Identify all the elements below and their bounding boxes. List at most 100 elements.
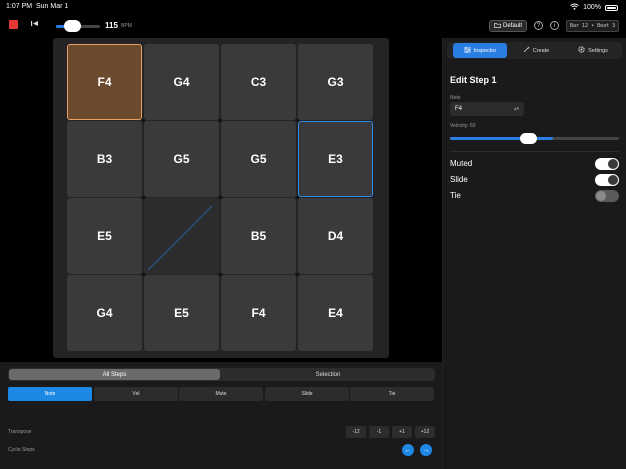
step-cell-note: B5 bbox=[250, 229, 267, 243]
step-cell[interactable]: G4 bbox=[144, 44, 219, 120]
step-cell[interactable]: G5 bbox=[221, 121, 296, 197]
tie-label: Tie bbox=[450, 191, 461, 200]
step-cell[interactable]: G3 bbox=[298, 44, 373, 120]
velocity-field-label: Velocity: 60 bbox=[450, 123, 476, 129]
step-cell[interactable]: B3 bbox=[67, 121, 142, 197]
inspector-panel: Inspector Create Settings Edit Step 1 No… bbox=[443, 38, 626, 469]
skip-back-icon[interactable] bbox=[30, 19, 40, 29]
tempo-value: 115 bbox=[105, 21, 118, 30]
tab-settings[interactable]: Settings bbox=[567, 43, 619, 58]
transpose-plus-12-button[interactable]: +12 bbox=[415, 426, 435, 438]
step-cell[interactable]: F4 bbox=[221, 275, 296, 351]
info-icon[interactable]: i bbox=[550, 21, 559, 30]
step-cell-note: G5 bbox=[250, 152, 267, 166]
step-cell[interactable]: C3 bbox=[221, 44, 296, 120]
tempo-unit: BPM bbox=[121, 23, 132, 29]
tab-note[interactable]: Note bbox=[8, 387, 92, 401]
step-grid: F4 G4 C3 G3 B3 G5 G5 E3 E5 B5 D4 G4 E5 F4 E4 bbox=[53, 38, 389, 358]
muted-label: Muted bbox=[450, 159, 473, 168]
step-cell-note: F4 bbox=[251, 306, 266, 320]
step-cell-note: G5 bbox=[173, 152, 190, 166]
step-cell[interactable]: E5 bbox=[144, 275, 219, 351]
inspector-separator bbox=[450, 151, 619, 152]
step-cell[interactable] bbox=[144, 198, 219, 274]
inspector-title: Edit Step 1 bbox=[450, 75, 497, 85]
tab-vel[interactable]: Vel bbox=[94, 387, 178, 401]
transport-toolbar: 115 BPM Default ? i Bar 12 • Beat 3 bbox=[0, 14, 626, 38]
step-cell[interactable]: G4 bbox=[67, 275, 142, 351]
arrow-left-icon[interactable]: ← bbox=[402, 444, 414, 456]
status-time: 1:07 PM Sun Mar 1 bbox=[6, 3, 69, 10]
wifi-icon bbox=[570, 3, 579, 12]
empty-step-slash-icon bbox=[147, 205, 213, 271]
velocity-slider-thumb[interactable] bbox=[520, 133, 537, 144]
note-field-label: Note bbox=[450, 95, 461, 101]
step-cell-note: F4 bbox=[97, 75, 112, 89]
tab-inspector[interactable]: Inspector bbox=[453, 43, 507, 58]
scope-segmented-control: All Steps Selection bbox=[8, 368, 435, 381]
velocity-slider-fill bbox=[450, 137, 554, 140]
step-cell[interactable]: B5 bbox=[221, 198, 296, 274]
wand-icon bbox=[523, 46, 530, 55]
grid-junction-dot bbox=[142, 273, 145, 276]
note-select[interactable]: F4 ▴▾ bbox=[450, 102, 524, 116]
preset-label: Default bbox=[503, 23, 523, 29]
grid-junction-dot bbox=[142, 119, 145, 122]
grid-junction-dot bbox=[219, 196, 222, 199]
step-cell[interactable]: D4 bbox=[298, 198, 373, 274]
gear-icon bbox=[578, 46, 585, 55]
step-cell-note: D4 bbox=[327, 229, 344, 243]
transpose-minus-12-button[interactable]: -12 bbox=[346, 426, 366, 438]
chevron-updown-icon: ▴▾ bbox=[513, 106, 519, 112]
scope-selection[interactable]: Selection bbox=[222, 369, 434, 380]
cycle-steps-label: Cycle Steps bbox=[8, 447, 35, 453]
tie-toggle[interactable] bbox=[595, 190, 619, 202]
position-readout: Bar 12 • Beat 3 bbox=[566, 20, 620, 32]
muted-toggle[interactable] bbox=[595, 158, 619, 170]
step-cell-note: G4 bbox=[173, 75, 190, 89]
step-cell[interactable]: E4 bbox=[298, 275, 373, 351]
grid-junction-dot bbox=[219, 273, 222, 276]
tab-tie[interactable]: Tie bbox=[350, 387, 434, 401]
step-cell-note: E5 bbox=[97, 229, 112, 243]
status-bar: 1:07 PM Sun Mar 1 100% bbox=[0, 0, 626, 14]
step-cell-note: B3 bbox=[96, 152, 113, 166]
tab-inspector-label: Inspector bbox=[473, 47, 497, 54]
status-right: 100% bbox=[570, 3, 618, 12]
transpose-label: Transpose bbox=[8, 429, 32, 435]
transpose-minus-1-button[interactable]: -1 bbox=[369, 426, 389, 438]
step-cell[interactable]: E3 bbox=[298, 121, 373, 197]
tempo-slider-thumb[interactable] bbox=[64, 20, 81, 32]
preset-button[interactable]: Default bbox=[489, 20, 528, 32]
step-cell-note: E4 bbox=[328, 306, 343, 320]
scope-all-steps[interactable]: All Steps bbox=[9, 369, 220, 380]
slide-toggle[interactable] bbox=[595, 174, 619, 186]
slide-row: Slide bbox=[450, 174, 619, 186]
tab-slide[interactable]: Slide bbox=[265, 387, 349, 401]
step-cell[interactable]: F4 bbox=[67, 44, 142, 120]
tab-create-label: Create bbox=[532, 47, 550, 54]
step-cell[interactable]: E5 bbox=[67, 198, 142, 274]
step-cell-note: E3 bbox=[328, 152, 343, 166]
property-tabs: Note Vel Mute Slide Tie bbox=[8, 387, 435, 401]
transpose-plus-1-button[interactable]: +1 bbox=[392, 426, 412, 438]
battery-percent: 100% bbox=[583, 4, 601, 11]
bottom-controls: All Steps Selection Note Vel Mute Slide … bbox=[0, 362, 442, 469]
grid-junction-dot bbox=[296, 119, 299, 122]
help-icon[interactable]: ? bbox=[534, 21, 543, 30]
tab-mute[interactable]: Mute bbox=[179, 387, 263, 401]
step-cell-note: G3 bbox=[327, 75, 344, 89]
battery-icon bbox=[605, 4, 618, 11]
step-cell-note: G4 bbox=[96, 306, 113, 320]
tab-create[interactable]: Create bbox=[511, 43, 561, 58]
note-select-value: F4 bbox=[455, 106, 463, 112]
stop-button[interactable] bbox=[9, 20, 18, 29]
tab-settings-label: Settings bbox=[588, 47, 608, 54]
slide-label: Slide bbox=[450, 175, 468, 184]
tie-row: Tie bbox=[450, 190, 619, 202]
arrow-right-icon[interactable]: → bbox=[420, 444, 432, 456]
sliders-icon bbox=[463, 46, 471, 55]
step-cell-note: C3 bbox=[250, 75, 267, 89]
step-cell[interactable]: G5 bbox=[144, 121, 219, 197]
grid-junction-dot bbox=[296, 196, 299, 199]
